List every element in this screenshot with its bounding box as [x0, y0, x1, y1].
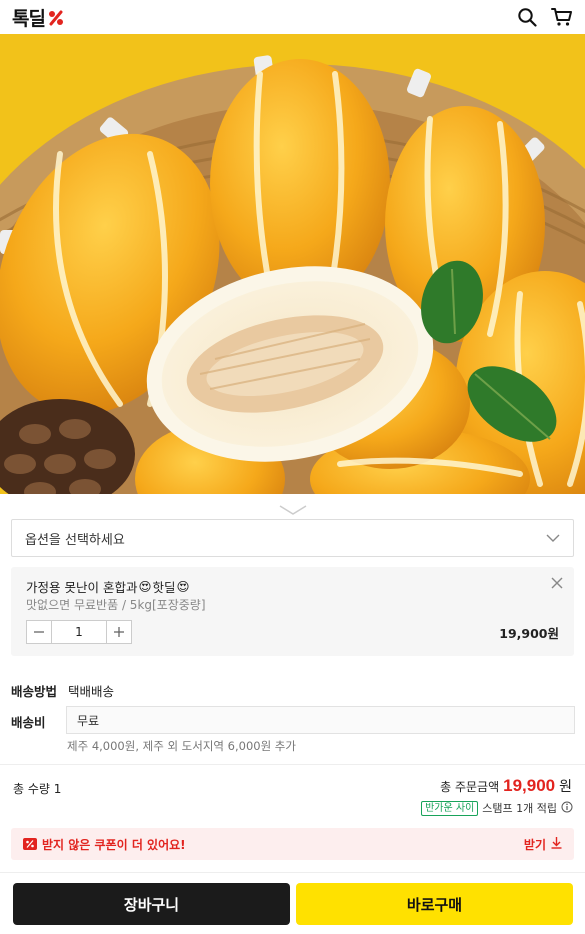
quantity-value[interactable]: 1 — [51, 621, 107, 643]
top-header: 톡딜 — [0, 0, 585, 34]
total-price-unit: 원 — [559, 779, 572, 795]
shipping-fee-label: 배송비 — [11, 715, 46, 730]
coupon-percent-icon — [23, 835, 37, 854]
reward-tag: 반가운 사이 — [421, 800, 479, 816]
divider — [0, 764, 585, 765]
logo-percent-icon — [48, 9, 64, 26]
logo[interactable]: 톡딜 — [12, 4, 64, 31]
selected-option-desc: 맛없으면 무료반품 / 5kg[포장중량] — [26, 598, 206, 612]
shipping-fee-field: 무료 — [66, 706, 575, 734]
selected-option-card: 가정용 못난이 혼합과 😍 핫딜 😍 맛없으면 무료반품 / 5kg[포장중량]… — [11, 567, 574, 656]
collapse-chevron-icon[interactable] — [278, 501, 308, 520]
heart-eyes-emoji-icon: 😍 — [138, 579, 152, 594]
coupon-bar[interactable]: 받지 않은 쿠폰이 더 있어요! 받기 — [11, 828, 574, 860]
cart-icon[interactable] — [551, 7, 573, 27]
shipping-method-value: 택배배송 — [68, 684, 115, 699]
total-price-amount: 19,900 — [503, 776, 556, 795]
option-select-placeholder: 옵션을 선택하세요 — [25, 532, 125, 548]
coupon-text: 받지 않은 쿠폰이 더 있어요! — [42, 837, 186, 852]
download-icon — [551, 836, 562, 852]
info-icon[interactable] — [561, 801, 573, 816]
chevron-down-icon — [546, 531, 560, 546]
minus-button[interactable] — [27, 621, 51, 643]
close-icon[interactable] — [550, 575, 564, 594]
quantity-stepper: 1 — [26, 620, 132, 644]
total-quantity: 총 수량 1 — [13, 782, 62, 796]
divider — [0, 872, 585, 873]
product-image — [0, 34, 585, 494]
heart-eyes-emoji-icon: 😍 — [176, 579, 190, 594]
coupon-get-button[interactable]: 받기 — [524, 836, 562, 853]
plus-button[interactable] — [107, 621, 131, 643]
coupon-get-label: 받기 — [523, 837, 546, 852]
shipping-fee-value: 무료 — [77, 713, 100, 728]
reward-info: 반가운 사이 스탬프 1개 적립 — [421, 800, 573, 816]
total-price: 총 주문금액 19,900 원 — [440, 776, 572, 796]
selected-option-name: 가정용 못난이 혼합과 😍 핫딜 😍 — [26, 577, 190, 596]
option-name-middle: 핫딜 — [152, 580, 176, 595]
search-icon[interactable] — [517, 7, 537, 27]
option-select[interactable]: 옵션을 선택하세요 — [11, 519, 574, 557]
option-name-prefix: 가정용 못난이 혼합과 — [26, 580, 138, 595]
add-to-cart-button[interactable]: 장바구니 — [13, 883, 290, 925]
total-price-label: 총 주문금액 — [440, 780, 500, 794]
selected-option-price: 19,900원 — [499, 626, 559, 641]
logo-text: 톡딜 — [12, 7, 46, 30]
shipping-method-label: 배송방법 — [11, 684, 58, 699]
shipping-fee-note: 제주 4,000원, 제주 외 도서지역 6,000원 추가 — [67, 739, 296, 753]
reward-text: 스탬프 1개 적립 — [482, 802, 557, 815]
buy-now-button[interactable]: 바로구매 — [296, 883, 573, 925]
